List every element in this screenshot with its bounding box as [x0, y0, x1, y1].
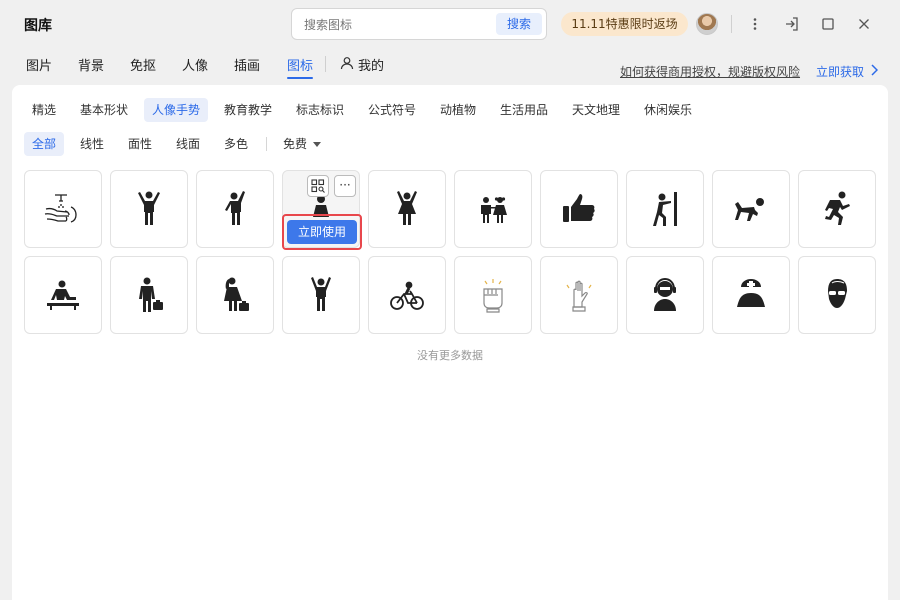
- person-at-desk-icon: [47, 280, 79, 310]
- tab-images[interactable]: 图片: [26, 55, 52, 74]
- filter-divider: [266, 137, 267, 151]
- nurse-icon: [737, 279, 765, 307]
- tab-icons[interactable]: 图标: [287, 55, 313, 74]
- tab-portraits[interactable]: 人像: [182, 55, 208, 74]
- content-panel: [12, 85, 888, 600]
- boy-and-girl-icon: [481, 197, 507, 223]
- icon-tile[interactable]: [626, 170, 704, 248]
- raised-hand-icon: [566, 280, 592, 312]
- person-cheering-icon: [311, 277, 331, 311]
- more-vertical-icon[interactable]: [744, 13, 766, 35]
- icon-tile[interactable]: [798, 170, 876, 248]
- filter-solid[interactable]: 面性: [120, 132, 160, 156]
- tab-mine-label: 我的: [358, 59, 385, 74]
- icon-tile[interactable]: [454, 256, 532, 334]
- more-options-button[interactable]: ···: [334, 175, 356, 197]
- filter-linear[interactable]: 线性: [72, 132, 112, 156]
- filter-multicolor[interactable]: 多色: [216, 132, 256, 156]
- search-input[interactable]: [304, 15, 484, 35]
- category-education[interactable]: 教育教学: [216, 98, 280, 122]
- icon-tile[interactable]: [454, 170, 532, 248]
- maximize-icon[interactable]: [817, 13, 839, 35]
- wash-hands-icon: [44, 194, 77, 223]
- icon-tile[interactable]: [196, 256, 274, 334]
- search-button[interactable]: 搜索: [496, 13, 542, 35]
- tab-backgrounds[interactable]: 背景: [78, 55, 104, 74]
- titlebar-divider: [731, 15, 732, 33]
- icon-tile[interactable]: [540, 170, 618, 248]
- icon-tile[interactable]: [24, 256, 102, 334]
- man-sunglasses-icon: [828, 279, 847, 308]
- icon-tile[interactable]: [282, 256, 360, 334]
- chevron-right-icon: [870, 64, 879, 79]
- app-title: 图库: [24, 18, 52, 34]
- category-signs[interactable]: 标志标识: [288, 98, 352, 122]
- no-more-data-message: 没有更多数据: [417, 349, 483, 362]
- nav-divider: [325, 56, 326, 72]
- preview-button[interactable]: [307, 175, 329, 197]
- woman-arms-up-icon: [397, 191, 417, 225]
- category-featured[interactable]: 精选: [24, 98, 64, 122]
- icon-tile[interactable]: [368, 256, 446, 334]
- tab-illustrations[interactable]: 插画: [234, 55, 260, 74]
- close-icon[interactable]: [853, 13, 875, 35]
- fist-icon: [483, 279, 503, 313]
- category-animals-plants[interactable]: 动植物: [432, 98, 484, 122]
- category-basic-shapes[interactable]: 基本形状: [72, 98, 136, 122]
- customer-service-icon: [654, 277, 676, 311]
- category-formulas[interactable]: 公式符号: [360, 98, 424, 122]
- user-icon: [340, 56, 354, 74]
- category-leisure[interactable]: 休闲娱乐: [636, 98, 700, 122]
- icon-tile[interactable]: [368, 170, 446, 248]
- price-dropdown[interactable]: 免费: [275, 132, 329, 156]
- person-pushing-wall-icon: [653, 192, 677, 226]
- promo-badge[interactable]: 11.11特惠限时返场: [561, 12, 688, 36]
- icon-tile[interactable]: [110, 170, 188, 248]
- person-waving-icon: [225, 191, 245, 225]
- icon-tile[interactable]: [712, 170, 790, 248]
- filter-line-fill[interactable]: 线面: [168, 132, 208, 156]
- icon-tile[interactable]: [540, 256, 618, 334]
- tab-mine[interactable]: 我的: [340, 55, 384, 74]
- cyclist-icon: [390, 281, 424, 310]
- person-crawling-icon: [735, 198, 764, 221]
- icon-tile[interactable]: [110, 256, 188, 334]
- businessman-icon: [139, 277, 163, 312]
- thumbs-up-icon: [563, 194, 595, 222]
- get-license-label: 立即获取: [816, 65, 865, 79]
- icon-tile[interactable]: [798, 256, 876, 334]
- title-bar: 图库 搜索 11.11特惠限时返场: [0, 0, 900, 48]
- price-dropdown-label: 免费: [283, 137, 308, 151]
- icon-tile[interactable]: [196, 170, 274, 248]
- category-daily-goods[interactable]: 生活用品: [492, 98, 556, 122]
- grid-search-icon: [311, 179, 325, 193]
- exit-icon[interactable]: [781, 13, 803, 35]
- businesswoman-icon: [224, 277, 249, 311]
- icon-tile[interactable]: [626, 256, 704, 334]
- active-tab-indicator: [287, 77, 313, 79]
- caret-down-icon: [313, 132, 322, 156]
- filter-all[interactable]: 全部: [24, 132, 65, 156]
- category-people-gestures[interactable]: 人像手势: [144, 98, 209, 122]
- get-license-link[interactable]: 立即获取: [816, 63, 879, 80]
- search-box[interactable]: 搜索: [291, 8, 547, 40]
- license-help-link[interactable]: 如何获得商用授权，规避版权风险: [620, 63, 800, 80]
- icon-tile[interactable]: [712, 256, 790, 334]
- icon-tile[interactable]: [24, 170, 102, 248]
- tab-cutouts[interactable]: 免抠: [130, 55, 156, 74]
- avatar[interactable]: [696, 13, 718, 35]
- person-running-icon: [825, 191, 850, 225]
- person-arms-up-icon: [138, 191, 160, 225]
- category-astronomy-geography[interactable]: 天文地理: [564, 98, 628, 122]
- use-now-button[interactable]: 立即使用: [287, 220, 357, 244]
